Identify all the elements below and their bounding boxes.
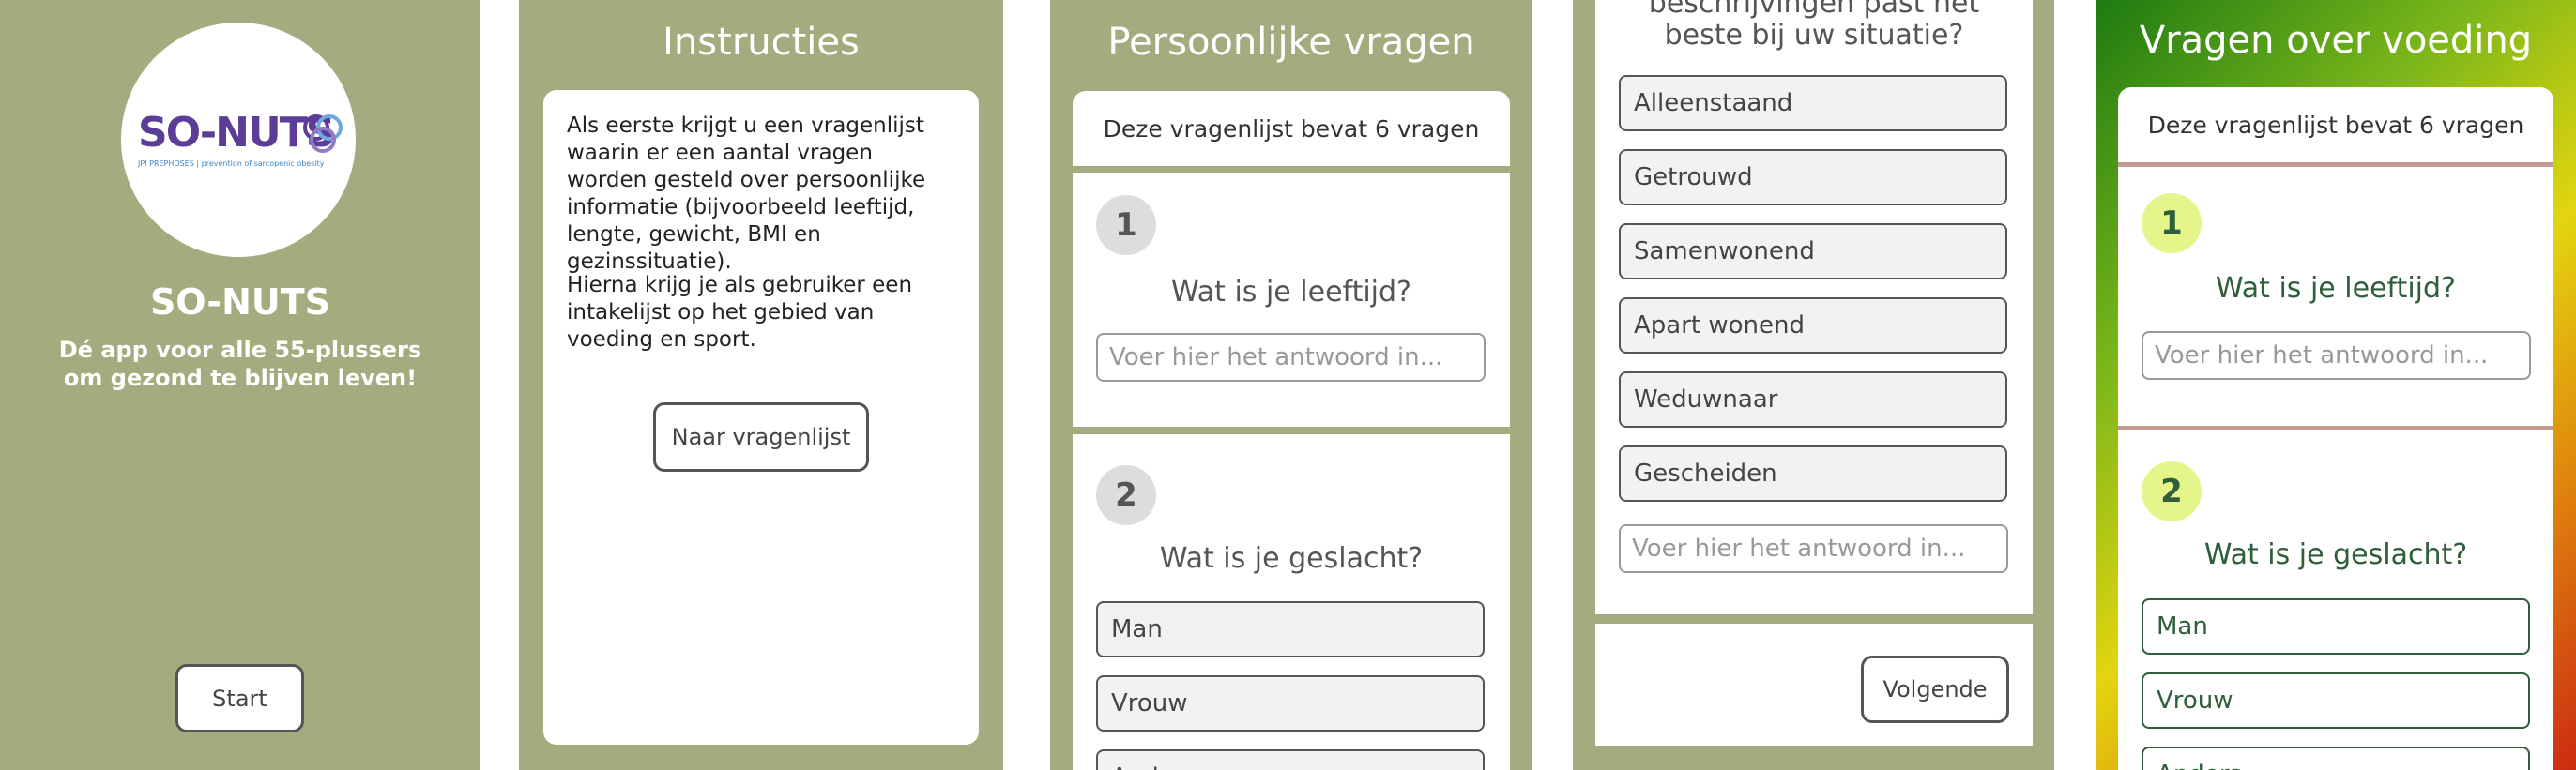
page-title: Instructies bbox=[663, 21, 860, 64]
app-name: SO-NUTS bbox=[149, 281, 331, 323]
question-count-box: Deze vragenlijst bevat 6 vragen bbox=[2118, 87, 2553, 162]
gender-option-vrouw[interactable]: Vrouw bbox=[1096, 675, 1485, 732]
age-input[interactable]: Voer hier het antwoord in... bbox=[1096, 333, 1486, 382]
to-questionnaire-button[interactable]: Naar vragenlijst bbox=[653, 402, 869, 472]
tagline: Dé app voor alle 55-plussers om gezond t… bbox=[58, 337, 422, 391]
logo-circle: SO-NUTS JPI PREPHOSES | prevention of sa… bbox=[121, 23, 356, 257]
situation-option-samenwonend[interactable]: Samenwonend bbox=[1619, 223, 2007, 279]
question-card: beschrijvingen past het beste bij uw sit… bbox=[1595, 0, 2033, 614]
personal-questions-screen: Persoonlijke vragen Deze vragenlijst bev… bbox=[1050, 0, 1532, 770]
age-input[interactable]: Voer hier het antwoord in... bbox=[2142, 331, 2531, 380]
splash-screen: SO-NUTS JPI PREPHOSES | prevention of sa… bbox=[0, 0, 480, 770]
situation-question-screen: beschrijvingen past het beste bij uw sit… bbox=[1573, 0, 2054, 770]
situation-option-apart-wonend[interactable]: Apart wonend bbox=[1619, 297, 2007, 354]
logo-subtext: JPI PREPHOSES | prevention of sarcopenic… bbox=[138, 159, 325, 168]
situation-option-weduwnaar[interactable]: Weduwnaar bbox=[1619, 371, 2007, 428]
question-card-2: 2 Wat is je geslacht? Man Vrouw Anders bbox=[2118, 430, 2553, 770]
footer-card: Volgende bbox=[1595, 624, 2033, 746]
page-title: Persoonlijke vragen bbox=[1107, 21, 1475, 64]
situation-option-getrouwd[interactable]: Getrouwd bbox=[1619, 149, 2007, 205]
question-count-box: Deze vragenlijst bevat 6 vragen bbox=[1073, 91, 1510, 166]
instructions-screen: Instructies Als eerste krijgt u een vrag… bbox=[519, 0, 1003, 770]
situation-other-input[interactable]: Voer hier het antwoord in... bbox=[1619, 524, 2008, 573]
question-number-badge: 2 bbox=[2142, 461, 2202, 521]
question-text: Wat is je geslacht? bbox=[1159, 542, 1424, 575]
question-card-1: 1 Wat is je leeftijd? Voer hier het antw… bbox=[1073, 173, 1510, 427]
question-card-1: 1 Wat is je leeftijd? Voer hier het antw… bbox=[2118, 167, 2553, 426]
next-button[interactable]: Volgende bbox=[1861, 656, 2009, 723]
gender-option-man[interactable]: Man bbox=[1096, 601, 1485, 657]
question-number-badge: 2 bbox=[1096, 465, 1156, 525]
question-card-2: 2 Wat is je geslacht? Man Vrouw Anders bbox=[1073, 434, 1510, 770]
logo-rings-icon bbox=[303, 114, 343, 153]
question-number-badge: 1 bbox=[2142, 193, 2202, 253]
situation-option-alleenstaand[interactable]: Alleenstaand bbox=[1619, 75, 2007, 131]
question-count-text: Deze vragenlijst bevat 6 vragen bbox=[1103, 114, 1480, 143]
question-text: Wat is je geslacht? bbox=[2203, 538, 2468, 571]
page-title: Vragen over voeding bbox=[2139, 19, 2533, 62]
situation-option-gescheiden[interactable]: Gescheiden bbox=[1619, 445, 2007, 502]
gender-option-anders[interactable]: Anders bbox=[1096, 749, 1485, 770]
question-text: Wat is je leeftijd? bbox=[1171, 276, 1411, 309]
gender-option-man[interactable]: Man bbox=[2142, 598, 2530, 655]
gender-option-vrouw[interactable]: Vrouw bbox=[2142, 672, 2530, 729]
gender-option-anders[interactable]: Anders bbox=[2142, 747, 2530, 770]
question-count-text: Deze vragenlijst bevat 6 vragen bbox=[2147, 111, 2524, 139]
nutrition-questions-screen: Vragen over voeding Deze vragenlijst bev… bbox=[2096, 0, 2576, 770]
instructions-paragraph-1: Als eerste krijgt u een vragenlijst waar… bbox=[567, 113, 926, 274]
question-text-line-2: beste bij uw situatie? bbox=[1664, 19, 1964, 52]
start-button[interactable]: Start bbox=[175, 664, 304, 732]
question-text: Wat is je leeftijd? bbox=[2216, 272, 2456, 305]
instructions-card: Als eerste krijgt u een vragenlijst waar… bbox=[543, 90, 979, 745]
question-number-badge: 1 bbox=[1096, 195, 1156, 255]
instructions-paragraph-2: Hierna krijg je als gebruiker een intake… bbox=[567, 273, 913, 352]
question-text-line-1: beschrijvingen past het bbox=[1648, 0, 1980, 20]
